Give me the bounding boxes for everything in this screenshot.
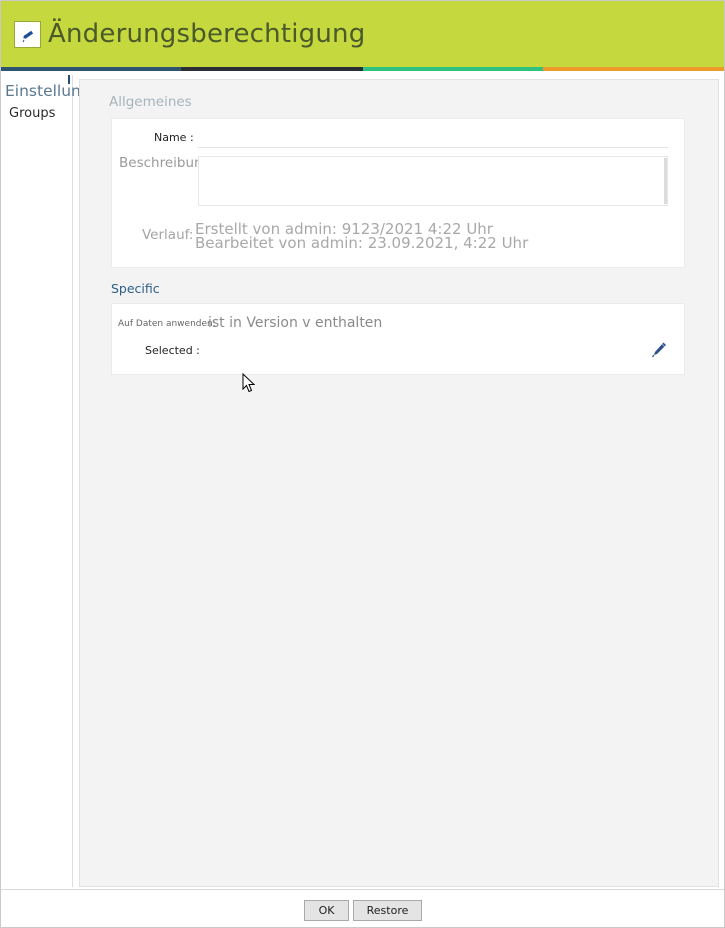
- description-field[interactable]: [198, 156, 668, 206]
- pencil-icon: [652, 342, 666, 358]
- specific-panel: [111, 303, 685, 375]
- dialog-window: Änderungsberechtigung Einstellungen Grou…: [0, 0, 725, 928]
- pencil-icon: [14, 21, 41, 48]
- history-edited: Bearbeitet von admin: 23.09.2021, 4:22 U…: [195, 234, 529, 252]
- header-stripe: [363, 67, 543, 71]
- history-label: Verlauf:: [142, 227, 194, 243]
- header-stripe: [181, 67, 363, 71]
- mouse-cursor-icon: [242, 372, 256, 397]
- description-scrollbar[interactable]: [664, 158, 667, 204]
- apply-to-data-label: Auf Daten anwenden:: [118, 319, 216, 329]
- name-field[interactable]: [198, 147, 668, 148]
- section-title-specific: Specific: [111, 281, 160, 296]
- restore-button[interactable]: Restore: [353, 900, 422, 921]
- sidebar: [4, 75, 73, 887]
- sidebar-item-groups[interactable]: Groups: [9, 106, 55, 121]
- selected-label: Selected :: [145, 344, 200, 357]
- window-title: Änderungsberechtigung: [48, 19, 366, 49]
- apply-to-data-value: ist in Version v enthalten: [208, 315, 383, 331]
- section-title-general: Allgemeines: [109, 94, 192, 110]
- ok-button[interactable]: OK: [304, 900, 349, 921]
- edit-selected-button[interactable]: [651, 341, 667, 358]
- header-stripe: [543, 67, 724, 71]
- name-label: Name :: [154, 131, 194, 144]
- header-stripe: [1, 67, 181, 71]
